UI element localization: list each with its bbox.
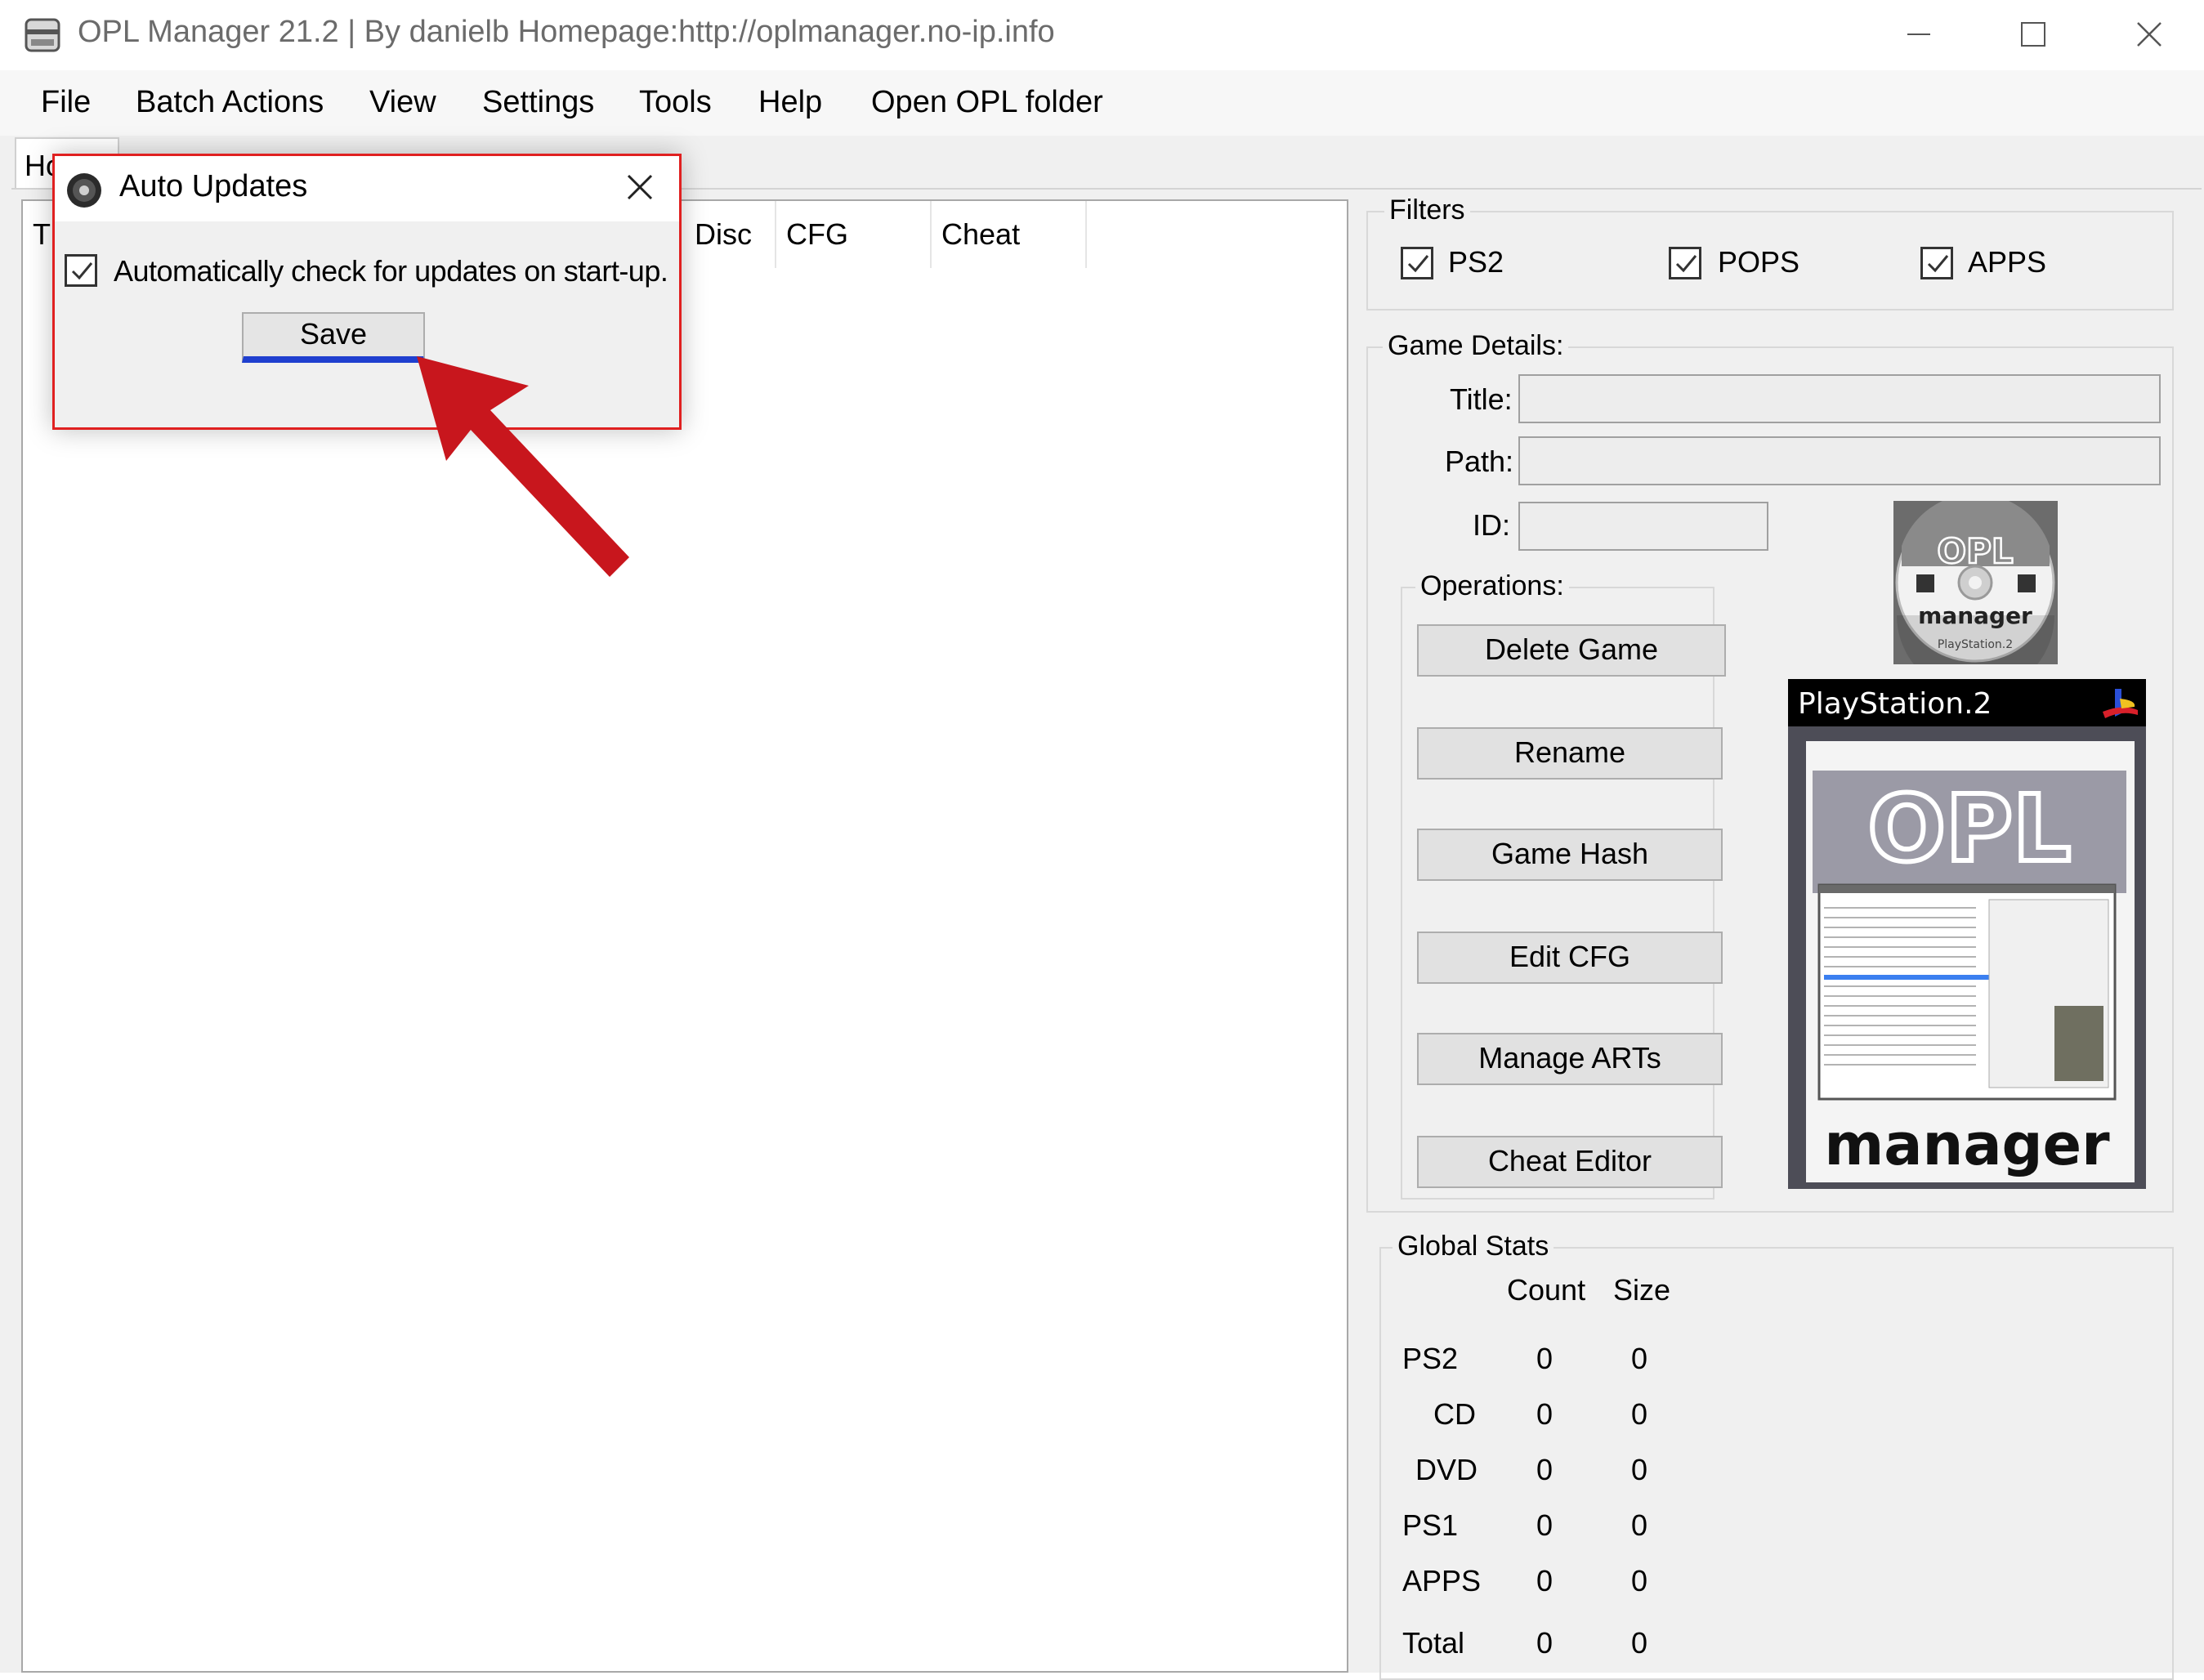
stats-row-count: 0 — [1536, 1342, 1554, 1375]
close-icon[interactable] — [2092, 0, 2204, 69]
opl-manager-window: OPL Manager 21.2 | By danielb Homepage:h… — [0, 0, 2204, 1680]
stats-row-label: PS2 — [1402, 1342, 1459, 1375]
disc-logo-ps2-text: PlayStation.2 — [1938, 638, 2013, 651]
cover-manager-text: manager — [1824, 1111, 2110, 1178]
game-details-title: Game Details: — [1383, 330, 1569, 362]
edit-cfg-button[interactable]: Edit CFG — [1417, 932, 1723, 984]
filter-pops-label: POPS — [1718, 245, 1800, 279]
title-bar: OPL Manager 21.2 | By danielb Homepage:h… — [0, 0, 2204, 70]
stats-row-count: 0 — [1536, 1453, 1554, 1486]
filter-apps-label: APPS — [1968, 245, 2047, 279]
app-icon — [25, 18, 60, 52]
stats-row-count: 0 — [1536, 1397, 1554, 1431]
filter-ps2-label: PS2 — [1448, 245, 1504, 279]
rename-button[interactable]: Rename — [1417, 727, 1723, 780]
path-label: Path: — [1445, 445, 1514, 478]
stats-count-header: Count — [1507, 1273, 1586, 1307]
cheat-editor-button[interactable]: Cheat Editor — [1417, 1136, 1723, 1188]
column-header-cheat[interactable]: Cheat — [932, 201, 1087, 268]
global-stats-title: Global Stats — [1393, 1231, 1554, 1262]
menu-view[interactable]: View — [369, 85, 436, 120]
menu-settings[interactable]: Settings — [482, 85, 594, 120]
dialog-title: Auto Updates — [119, 169, 308, 203]
filter-apps-checkbox[interactable] — [1920, 247, 1953, 279]
column-header-cfg[interactable]: CFG — [776, 201, 932, 268]
id-field[interactable] — [1518, 502, 1768, 551]
dialog-title-bar: Auto Updates — [55, 156, 679, 221]
filter-ps2-checkbox[interactable] — [1401, 247, 1433, 279]
menu-help[interactable]: Help — [758, 85, 822, 120]
stats-row-count: 0 — [1536, 1564, 1554, 1597]
maximize-icon[interactable] — [1976, 0, 2090, 69]
stats-row-label: APPS — [1402, 1564, 1482, 1597]
title-label: Title: — [1450, 382, 1513, 416]
stats-row-count: 0 — [1536, 1508, 1554, 1542]
manage-arts-button[interactable]: Manage ARTs — [1417, 1033, 1723, 1085]
path-field[interactable] — [1518, 436, 2161, 485]
stats-row-size: 0 — [1631, 1508, 1648, 1542]
filters-title: Filters — [1384, 194, 1470, 226]
title-field[interactable] — [1518, 374, 2161, 423]
stats-row-label: DVD — [1415, 1453, 1478, 1486]
stats-row-label: PS1 — [1402, 1508, 1459, 1542]
global-stats-group: Global Stats Count Size PS2 0 0 CD 0 0 D… — [1379, 1231, 2174, 1680]
cover-opl-logo-text: OPL — [1868, 776, 2072, 882]
disc-logo-manager-text: manager — [1918, 602, 2032, 629]
operations-title: Operations: — [1415, 570, 1569, 602]
stats-row-size: 0 — [1631, 1397, 1648, 1431]
operations-group: Operations: Delete Game Rename Game Hash… — [1401, 570, 1726, 1200]
stats-row-size: 0 — [1631, 1564, 1648, 1597]
stats-row-label: Total — [1402, 1626, 1465, 1660]
stats-row-size: 0 — [1631, 1342, 1648, 1375]
auto-update-checkbox[interactable] — [65, 254, 97, 287]
cover-playstation-text: PlayStation.2 — [1798, 687, 1992, 721]
menu-tools[interactable]: Tools — [639, 85, 712, 120]
disc-logo-opl-text: OPL — [1937, 531, 2013, 571]
window-title: OPL Manager 21.2 | By danielb Homepage:h… — [78, 15, 1055, 49]
menu-batch-actions[interactable]: Batch Actions — [136, 85, 324, 120]
stats-row-label: CD — [1433, 1397, 1476, 1431]
menu-open-opl-folder[interactable]: Open OPL folder — [871, 85, 1103, 120]
save-button[interactable]: Save — [242, 312, 425, 363]
red-arrow-icon — [417, 356, 629, 577]
stats-size-header: Size — [1613, 1273, 1671, 1307]
filters-group: Filters PS2 POPS APPS — [1366, 194, 2174, 311]
menu-file[interactable]: File — [41, 85, 91, 120]
opl-cover-art: PlayStation.2 OPL manager — [1788, 679, 2146, 1189]
menu-bar: File Batch Actions View Settings Tools H… — [0, 70, 2204, 136]
auto-update-checkbox-label: Automatically check for updates on start… — [114, 254, 668, 288]
disc-icon — [67, 173, 101, 208]
filter-pops-checkbox[interactable] — [1669, 247, 1701, 279]
column-header-disc[interactable]: Disc — [685, 201, 776, 268]
close-icon[interactable] — [610, 161, 669, 215]
stats-row-size: 0 — [1631, 1626, 1648, 1660]
id-label: ID: — [1473, 508, 1511, 542]
stats-row-size: 0 — [1631, 1453, 1648, 1486]
delete-game-button[interactable]: Delete Game — [1417, 624, 1726, 677]
stats-row-count: 0 — [1536, 1626, 1554, 1660]
opl-disc-logo: OPL manager PlayStation.2 — [1893, 494, 2058, 695]
minimize-icon[interactable] — [1862, 0, 1976, 69]
game-hash-button[interactable]: Game Hash — [1417, 829, 1723, 881]
